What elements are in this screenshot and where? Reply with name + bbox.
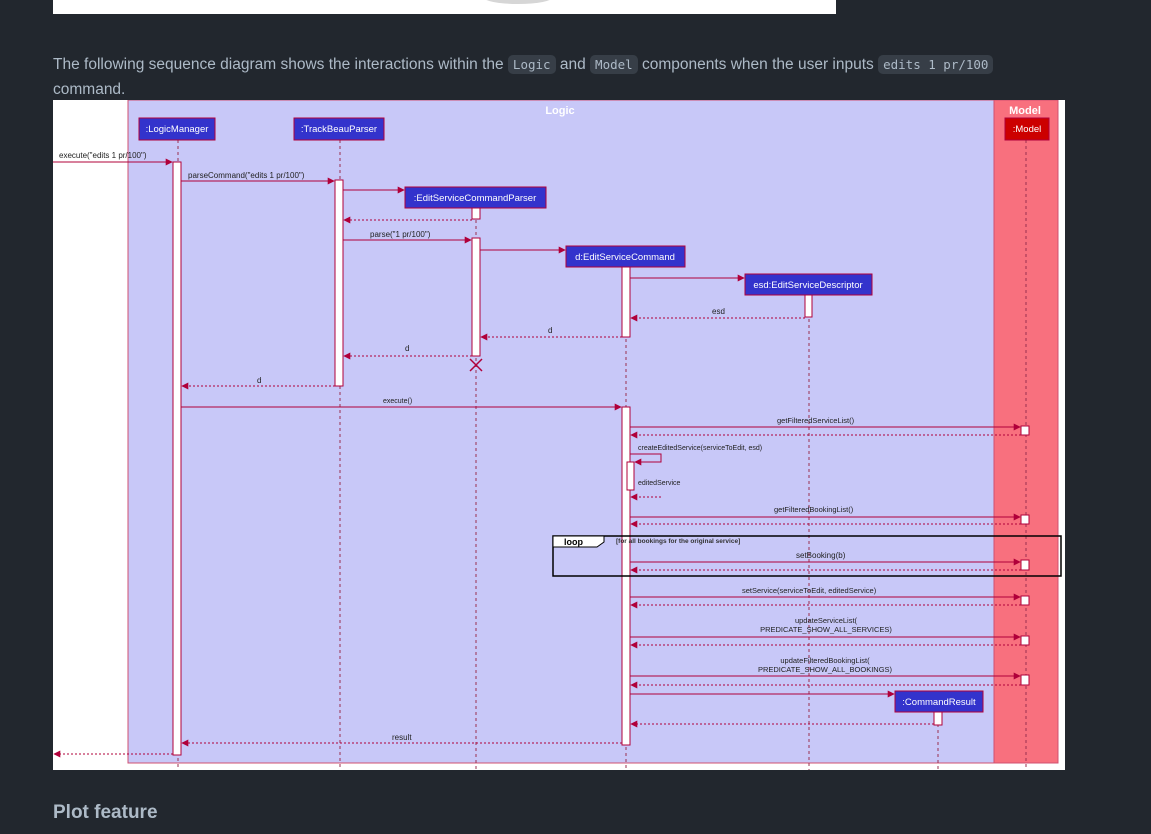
participant-escp-label: :EditServiceCommandParser: [414, 193, 537, 204]
msg-edited-service: editedService: [638, 480, 681, 487]
activation-logic-manager: [172, 161, 182, 756]
msg-d-return-2: d: [405, 344, 409, 353]
msg-set-booking: setBooking(b): [796, 551, 846, 560]
participant-model-label: :Model: [1013, 124, 1042, 135]
intro-paragraph: The following sequence diagram shows the…: [53, 52, 1053, 102]
previous-image-strip: [53, 0, 836, 14]
msg-create-edited: createEditedService(serviceToEdit, esd): [638, 445, 762, 452]
loop-guard: [for all bookings for the original servi…: [616, 538, 740, 545]
activation-result: [933, 711, 943, 726]
activation-escp-2: [471, 237, 481, 357]
intro-text-and: and: [555, 55, 591, 73]
activation-model-5: [1020, 635, 1030, 646]
participant-descriptor-label: esd:EditServiceDescriptor: [753, 280, 862, 291]
msg-update-booking-line2: PREDICATE_SHOW_ALL_BOOKINGS): [758, 665, 893, 674]
msg-execute: execute(): [383, 398, 412, 405]
logic-code: Logic: [507, 54, 556, 74]
msg-d-return-3: d: [257, 376, 261, 385]
msg-update-service-line1: updateServiceList(: [795, 616, 858, 625]
activation-descriptor: [804, 294, 813, 318]
activation-model-2: [1020, 514, 1030, 525]
loop-label: loop: [564, 537, 583, 547]
participant-logic-manager-label: :LogicManager: [146, 124, 209, 135]
participant-parser-label: :TrackBeauParser: [301, 124, 377, 135]
participant-command-label: d:EditServiceCommand: [575, 252, 675, 263]
activation-parser: [334, 179, 344, 387]
activation-model-6: [1020, 674, 1030, 686]
msg-result: result: [392, 733, 412, 742]
previous-image-fragment: [483, 0, 553, 4]
model-code: Model: [590, 54, 638, 74]
msg-get-filtered-service: getFilteredServiceList(): [777, 416, 855, 425]
activation-escp-1: [471, 207, 481, 220]
plot-feature-heading: Plot feature: [53, 802, 158, 823]
sequence-diagram: Logic Model :LogicManager :TrackBeauPars…: [53, 100, 1065, 770]
msg-update-booking-line1: updateFilteredBookingList(: [780, 656, 870, 665]
msg-execute-call: execute("edits 1 pr/100"): [59, 151, 147, 160]
activation-command-1: [621, 266, 631, 338]
command-code: edits 1 pr/100: [878, 54, 994, 74]
msg-get-filtered-booking: getFilteredBookingList(): [774, 505, 854, 514]
participant-result-label: :CommandResult: [902, 697, 976, 708]
activation-command-3: [626, 461, 635, 491]
intro-text-middle: components when the user inputs: [637, 55, 879, 73]
intro-text-before: The following sequence diagram shows the…: [53, 55, 508, 73]
intro-text-after: command.: [53, 80, 126, 98]
activation-model-3: [1020, 559, 1030, 571]
logic-frame-label: Logic: [545, 105, 574, 117]
msg-parse-command: parseCommand("edits 1 pr/100"): [188, 171, 305, 180]
msg-update-service-line2: PREDICATE_SHOW_ALL_SERVICES): [760, 625, 892, 634]
msg-set-service: setService(serviceToEdit, editedService): [742, 586, 877, 595]
msg-esd-return: esd: [712, 307, 725, 316]
model-frame-label: Model: [1009, 105, 1041, 117]
activation-model-4: [1020, 595, 1030, 606]
msg-parse: parse("1 pr/100"): [370, 230, 431, 239]
msg-d-return-1: d: [548, 326, 552, 335]
activation-model-1: [1020, 425, 1030, 436]
